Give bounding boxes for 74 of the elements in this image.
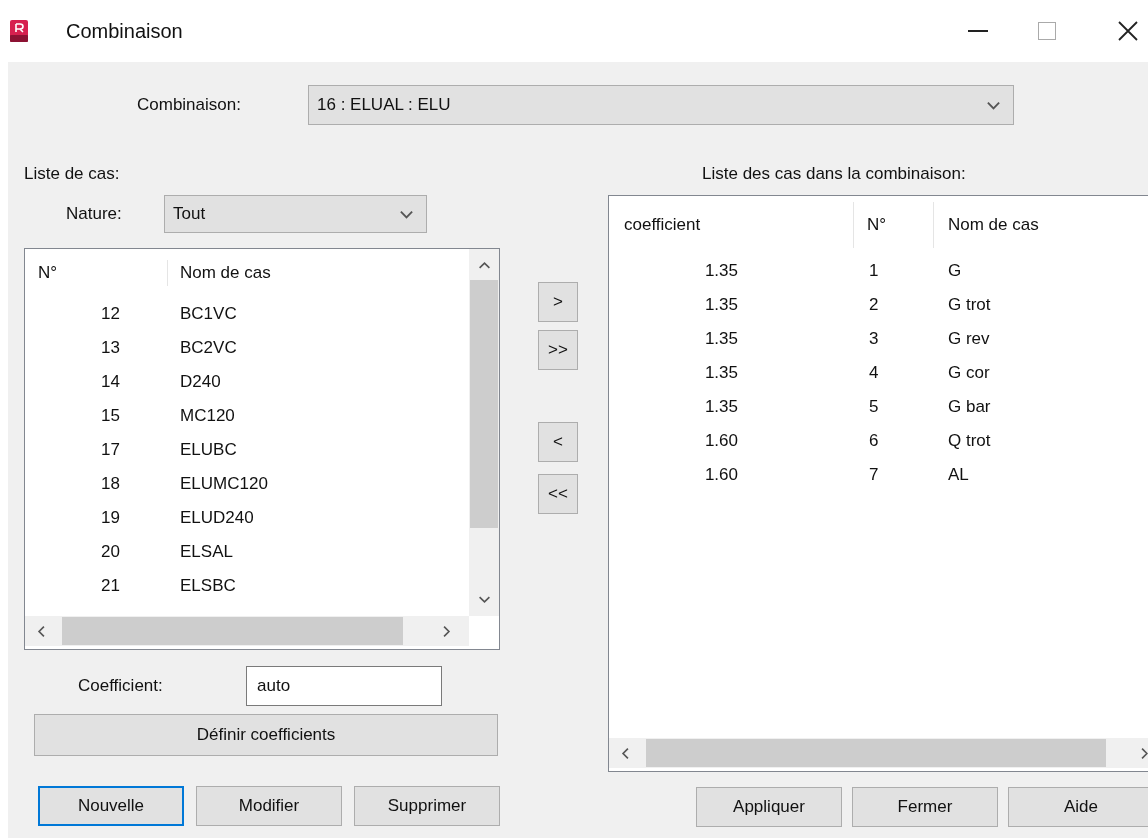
transfer-button[interactable]: >	[538, 282, 578, 322]
app-logo-icon	[10, 20, 28, 42]
table-cell-text: 3	[869, 328, 880, 351]
dialog-button[interactable]: Modifier	[196, 786, 342, 826]
column-header[interactable]: N°	[25, 260, 168, 286]
nature-dropdown[interactable]: Tout	[164, 195, 427, 233]
column-header[interactable]: Nom de cas	[934, 212, 1039, 238]
table-cell-text: G	[948, 260, 962, 283]
table-cell-text: 1.35	[703, 294, 738, 317]
column-header[interactable]: coefficient	[609, 202, 854, 248]
combinaison-label: Combinaison:	[137, 94, 242, 117]
table-cell-text: 13	[100, 337, 120, 360]
table-cell-text: 2	[869, 294, 880, 317]
table-cell-text: Q trot	[948, 430, 991, 453]
dialog-button[interactable]: Aide	[1008, 787, 1148, 827]
table-cell-text: 17	[100, 439, 120, 462]
table-cell-text: 1.60	[703, 430, 738, 453]
table-cell-text: 6	[869, 430, 880, 453]
table-cell-text: BC2VC	[180, 337, 237, 360]
table-cell-text: 1.35	[703, 362, 738, 385]
table-cell-text: 1.35	[703, 260, 738, 283]
table-cell-text: G bar	[948, 396, 991, 419]
minimize-icon[interactable]	[968, 30, 988, 32]
vertical-scrollbar[interactable]	[469, 249, 499, 616]
table-cell-text: ELUBC	[180, 439, 237, 462]
table-cell-text: BC1VC	[180, 303, 237, 326]
table-cell-text: D240	[180, 371, 221, 394]
table-cell-text: 5	[869, 396, 880, 419]
dialog-button[interactable]: Appliquer	[696, 787, 842, 827]
table-cell-text: 19	[100, 507, 120, 530]
table-cell-text: 21	[100, 575, 120, 598]
scrollbar-thumb[interactable]	[62, 617, 403, 645]
table-cell-text: AL	[948, 464, 969, 487]
transfer-button[interactable]: >>	[538, 330, 578, 370]
column-header[interactable]: Nom de cas	[168, 260, 271, 286]
scrollbar-thumb[interactable]	[470, 280, 498, 528]
define-coefficients-button[interactable]: Définir coefficients	[34, 714, 498, 756]
dialog-button[interactable]: Supprimer	[354, 786, 500, 826]
table-cell-text: 12	[100, 303, 120, 326]
table-cell-text: 4	[869, 362, 880, 385]
table-cell-text: 18	[100, 473, 120, 496]
combinaison-dropdown[interactable]: 16 : ELUAL : ELU	[308, 85, 1014, 125]
coefficient-field[interactable]: auto	[246, 666, 442, 706]
table-cell-text: 7	[869, 464, 880, 487]
window-title: Combinaison	[66, 19, 183, 44]
table-cell-text: MC120	[180, 405, 235, 428]
table-cell-text: ELUD240	[180, 507, 254, 530]
combination-list-heading: Liste des cas dans la combinaison:	[702, 163, 967, 185]
horizontal-scrollbar[interactable]	[25, 616, 469, 646]
table-cell-text: 1.35	[703, 328, 738, 351]
table-cell-text: 20	[100, 541, 120, 564]
scrollbar-thumb[interactable]	[646, 739, 1106, 767]
transfer-button[interactable]: <	[538, 422, 578, 462]
maximize-icon[interactable]	[1038, 22, 1056, 40]
table-cell-text: G trot	[948, 294, 991, 317]
table-cell-text: G rev	[948, 328, 990, 351]
transfer-button[interactable]: <<	[538, 474, 578, 514]
table-cell-text: G cor	[948, 362, 990, 385]
case-list-heading: Liste de cas:	[24, 163, 121, 185]
dialog-button[interactable]: Fermer	[852, 787, 998, 827]
table-cell-text: ELUMC120	[180, 473, 268, 496]
close-icon[interactable]	[1118, 21, 1138, 41]
table-cell-text: 1.60	[703, 464, 738, 487]
nature-label: Nature:	[66, 203, 123, 226]
table-cell-text: 14	[100, 371, 120, 394]
table-cell-text: ELSBC	[180, 575, 236, 598]
column-header[interactable]: N°	[854, 202, 934, 248]
table-cell-text: 1	[869, 260, 880, 283]
coefficient-label: Coefficient:	[78, 675, 164, 698]
dialog-button[interactable]: Nouvelle	[38, 786, 184, 826]
horizontal-scrollbar[interactable]	[609, 738, 1148, 768]
table-cell-text: ELSAL	[180, 541, 233, 564]
table-cell-text: 15	[100, 405, 120, 428]
table-cell-text: 1.35	[703, 396, 738, 419]
